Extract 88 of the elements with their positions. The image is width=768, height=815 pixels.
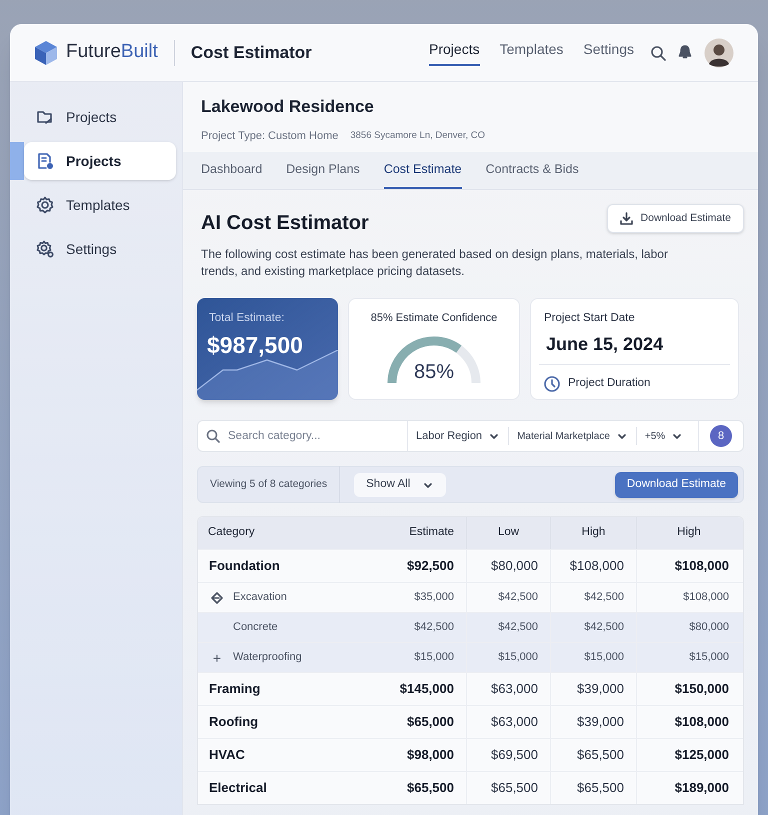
table-cell-text: $15,000 [498,650,538,666]
table-cell-text: $42,500 [414,620,454,636]
column-header: Estimate [408,525,455,540]
description: The following cost estimate has been generated based on design plans, materials, labor trends, and existing marketplace pricing datasets. [200,246,669,280]
start-label: Project Start Date [544,311,635,326]
table-cell-text: $39,000 [577,680,624,698]
sidebar-item[interactable]: Templates [24,186,176,224]
table-cell-text: Framing [209,680,260,698]
clock-icon [544,376,560,392]
table-cell-text: $125,000 [674,746,729,764]
search-icon [206,429,220,443]
table-cell-text: $15,000 [584,650,624,666]
table-cell-text: $65,500 [491,779,538,798]
tab[interactable]: Dashboard [201,160,262,189]
section-title: AI Cost Estimator [201,211,369,236]
duration-label: Project Duration [568,376,650,392]
folder-icon [36,108,54,126]
table-cell-text: $80,000 [491,557,538,576]
sidebar-item[interactable]: Projects [24,142,176,180]
search-field[interactable]: Search category... [228,424,404,448]
download-icon [620,212,633,225]
table-cell-text: $63,000 [491,680,538,698]
table-cell-text: $35,000 [414,590,454,606]
gears-icon [36,240,54,258]
show-all-dropdown[interactable]: Show All [354,472,446,496]
table-cell-text: Electrical [209,779,267,798]
confidence-title: 85% Estimate Confidence [370,311,498,326]
table-cell-text: $80,000 [689,620,729,636]
table-cell-text: Excavation [233,590,287,606]
total-label: Total Estimate: [209,311,284,326]
search-icon [650,44,666,60]
table-cell-text: $15,000 [689,650,729,666]
project-address: 3856 Sycamore Ln, Denver, CO [350,128,486,143]
nav-link[interactable]: Templates [500,39,564,66]
download-button[interactable]: Download Estimate [606,204,744,233]
plus-sign[interactable]: + [212,650,222,664]
table-cell-text: HVAC [209,746,245,764]
table-cell-text: $108,000 [570,557,624,576]
table-cell-text: Waterproofing [233,650,302,666]
app-title: Cost Estimator [190,42,312,64]
nav-link[interactable]: Projects [429,39,480,66]
avatar-icon [704,38,734,68]
table-cell-text: $42,500 [584,590,624,606]
table-cell-text: $108,000 [674,713,729,732]
viewing-count: Viewing 5 of 8 categories [198,466,340,503]
start-date: June 15, 2024 [546,333,664,356]
selection-indicator [10,142,24,180]
sidebar-item[interactable]: Settings [24,230,176,268]
table-cell-text: Foundation [209,557,280,576]
nav-link[interactable]: Settings [583,39,634,66]
table-cell-text: $39,000 [577,713,624,732]
document-icon [36,152,54,170]
table-cell-text: $65,000 [407,713,454,732]
table-cell-text: $65,500 [577,746,624,764]
table-cell-text: Concrete [233,620,278,636]
confidence-value: 85% [414,360,454,382]
table-cell-text: $69,500 [491,746,538,764]
filter-dropdown[interactable]: Labor Region [408,427,510,445]
table-cell-text: $189,000 [674,779,729,798]
brand-name: FutureBuilt [66,40,158,64]
table-cell-text: $15,000 [414,650,454,666]
tab[interactable]: Contracts & Bids [486,160,579,189]
table-cell-text: $63,000 [491,713,538,732]
sidebar-item[interactable]: Projects [24,98,176,136]
table-cell-text: Roofing [209,713,258,732]
project-type: Project Type: Custom Home [201,128,338,144]
total-value: $987,500 [207,331,303,360]
cube-logo-icon [34,40,58,66]
filter-dropdown[interactable]: +5% [636,427,692,445]
gear-icon [36,196,54,214]
project-title: Lakewood Residence [201,96,375,118]
table-cell-text: $42,500 [584,620,624,636]
table-cell-text: $108,000 [674,557,729,576]
filter-dropdown[interactable]: Material Marketplace [509,427,637,445]
table-cell-text: $42,500 [498,620,538,636]
download-button[interactable]: Download Estimate [614,472,738,498]
column-header: Category [207,525,256,540]
table-cell-text: $65,500 [407,779,454,798]
table-cell-text: $145,000 [400,680,454,698]
tab[interactable]: Design Plans [286,160,360,189]
table-cell-text: $150,000 [674,680,729,698]
table-cell-text: $42,500 [498,590,538,606]
table-cell-text: $108,000 [683,590,729,606]
table-cell-text: $92,500 [407,557,454,576]
count-badge: 8 [710,425,732,447]
table-cell-text: $65,500 [577,779,624,798]
bell-icon [678,45,692,60]
table-cell-text: $98,000 [407,746,454,764]
